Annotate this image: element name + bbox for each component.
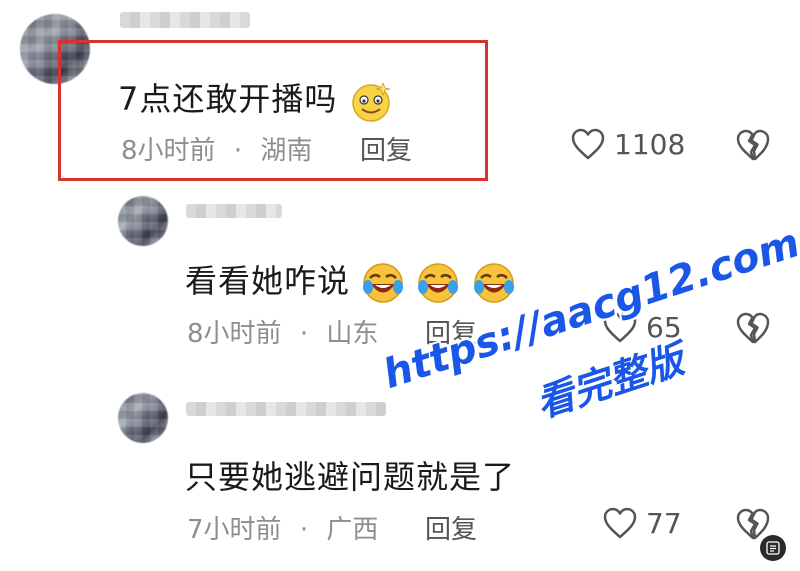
laughing-tears-icon — [473, 263, 514, 303]
reply-button[interactable]: 回复 — [425, 509, 477, 546]
comment-location: 湖南 — [260, 136, 313, 166]
dislike-button[interactable] — [734, 311, 772, 345]
username-blurred[interactable] — [186, 204, 282, 218]
comment-meta: 8小时前 · 山东 — [187, 313, 378, 350]
username-blurred[interactable] — [120, 12, 250, 28]
heart-icon — [571, 128, 605, 160]
avatar[interactable] — [118, 196, 168, 246]
avatar[interactable] — [118, 393, 168, 443]
meta-separator: · — [299, 319, 309, 349]
comment-text: 只要她逃避问题就是了 — [185, 458, 516, 496]
comment-time: 7小时前 — [187, 515, 282, 545]
comment-time: 8小时前 — [121, 136, 216, 166]
meta-separator: · — [233, 136, 243, 166]
laughing-tears-icon — [363, 263, 404, 303]
comment-meta: 7小时前 · 广西 — [187, 509, 378, 546]
comment-meta: 8小时前 · 湖南 — [121, 130, 312, 167]
meta-separator: · — [299, 515, 309, 545]
comment-text: 7点还敢开播吗 — [118, 74, 393, 123]
comment-location: 山东 — [326, 319, 379, 349]
like-button[interactable]: 77 — [602, 506, 682, 540]
dislike-button[interactable] — [734, 128, 772, 162]
like-count: 77 — [646, 506, 682, 540]
comment-time: 8小时前 — [187, 319, 282, 349]
heart-icon — [603, 507, 637, 539]
laughing-tears-icon — [418, 263, 459, 303]
comment-text: 看看她咋说 — [185, 256, 516, 305]
like-button[interactable]: 1108 — [570, 127, 685, 161]
menu-icon[interactable] — [760, 535, 786, 561]
list-icon — [766, 541, 780, 555]
reply-button[interactable]: 回复 — [360, 130, 412, 167]
like-count: 1108 — [614, 127, 686, 161]
username-blurred[interactable] — [186, 402, 386, 416]
smiling-face-icon — [351, 81, 390, 122]
comment-location: 广西 — [326, 515, 379, 545]
